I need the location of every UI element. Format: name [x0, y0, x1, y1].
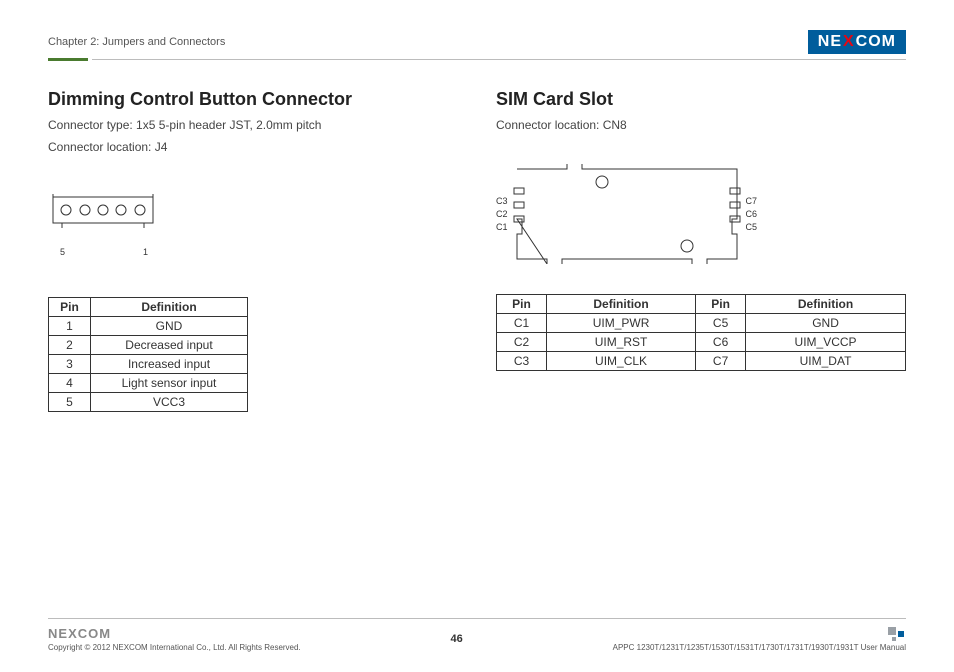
sim-slot-diagram: C3 C2 C1 C7 C6 [496, 164, 906, 264]
table-header: Definition [746, 295, 906, 314]
diagram-label-c7: C7 [746, 196, 758, 206]
table-header: Definition [91, 298, 248, 317]
sim-connector-location: Connector location: CN8 [496, 116, 906, 134]
diagram-label-c6: C6 [746, 209, 758, 219]
logo-text-pre: NE [818, 33, 842, 51]
dimming-connector-diagram: 5 1 [48, 192, 440, 257]
dimming-pin-table: Pin Definition 1GND 2Decreased input 3In… [48, 297, 248, 412]
table-row: 3Increased input [49, 355, 248, 374]
section-sim: SIM Card Slot Connector location: CN8 C3… [496, 89, 906, 412]
table-header: Pin [497, 295, 547, 314]
section-dimming: Dimming Control Button Connector Connect… [48, 89, 440, 412]
diagram-label-c2: C2 [496, 209, 508, 219]
diagram-pin-5-label: 5 [60, 247, 65, 257]
dimming-connector-location: Connector location: J4 [48, 138, 440, 156]
table-row: C3UIM_CLK C7UIM_DAT [497, 352, 906, 371]
diagram-label-c1: C1 [496, 222, 508, 232]
table-header: Pin [696, 295, 746, 314]
header-rule [48, 58, 906, 61]
logo-text-post: COM [856, 33, 896, 51]
table-header: Definition [547, 295, 696, 314]
table-row: 5VCC3 [49, 393, 248, 412]
section-title-dimming: Dimming Control Button Connector [48, 89, 440, 110]
diagram-label-c5: C5 [746, 222, 758, 232]
table-header: Pin [49, 298, 91, 317]
logo-text-x: X [843, 33, 855, 51]
footer-logo: NEXCOM [48, 626, 301, 641]
dimming-connector-type: Connector type: 1x5 5-pin header JST, 2.… [48, 116, 440, 134]
page-footer: NEXCOM Copyright © 2012 NEXCOM Internati… [48, 617, 906, 652]
diagram-label-c3: C3 [496, 196, 508, 206]
chapter-title: Chapter 2: Jumpers and Connectors [48, 36, 225, 48]
brand-logo: NEXCOM [808, 30, 906, 54]
sim-pin-table: Pin Definition Pin Definition C1UIM_PWR … [496, 294, 906, 371]
table-row: 2Decreased input [49, 336, 248, 355]
copyright-text: Copyright © 2012 NEXCOM International Co… [48, 643, 301, 652]
corner-icon [888, 627, 906, 643]
table-row: C2UIM_RST C6UIM_VCCP [497, 333, 906, 352]
page-number: 46 [451, 633, 463, 645]
table-row: C1UIM_PWR C5GND [497, 314, 906, 333]
table-row: 4Light sensor input [49, 374, 248, 393]
diagram-pin-1-label: 1 [143, 247, 148, 257]
section-title-sim: SIM Card Slot [496, 89, 906, 110]
table-row: 1GND [49, 317, 248, 336]
manual-title: APPC 1230T/1231T/1235T/1530T/1531T/1730T… [613, 643, 906, 652]
